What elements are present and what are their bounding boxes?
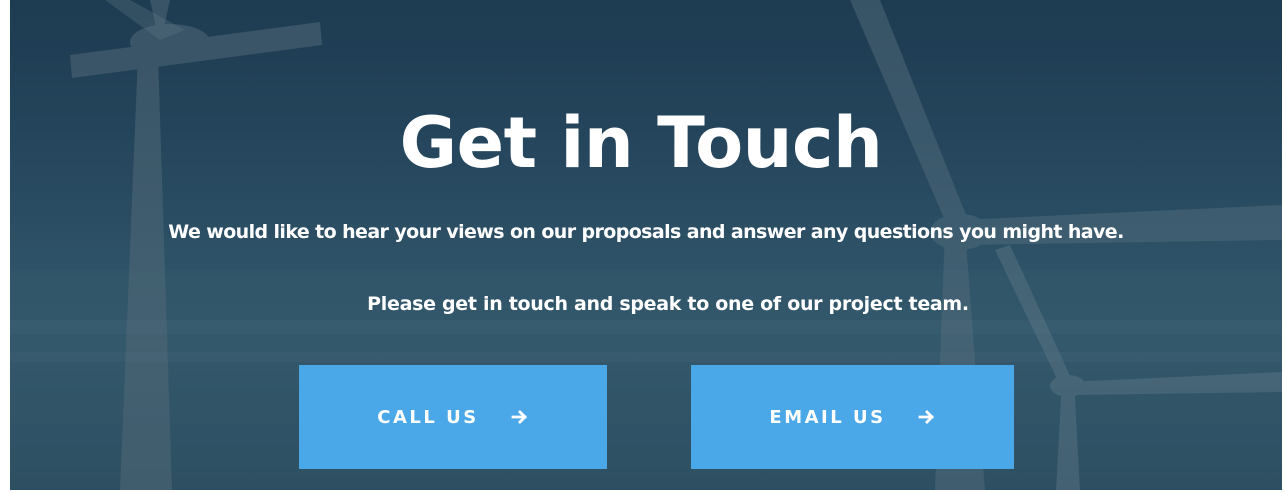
call-us-label: CALL US xyxy=(377,406,479,428)
arrow-right-icon xyxy=(511,410,527,424)
email-us-button[interactable]: EMAIL US xyxy=(691,365,1014,469)
email-us-label: EMAIL US xyxy=(769,406,886,428)
subtitle-contact-team: Please get in touch and speak to one of … xyxy=(367,293,969,315)
call-us-button[interactable]: CALL US xyxy=(299,365,607,469)
page-frame: Get in Touch We would like to hear your … xyxy=(0,0,1286,493)
contact-hero: Get in Touch We would like to hear your … xyxy=(10,0,1282,490)
arrow-right-icon xyxy=(918,410,934,424)
background-overlay xyxy=(10,0,1282,490)
page-title: Get in Touch xyxy=(399,101,883,184)
subtitle-views: We would like to hear your views on our … xyxy=(168,221,1124,243)
